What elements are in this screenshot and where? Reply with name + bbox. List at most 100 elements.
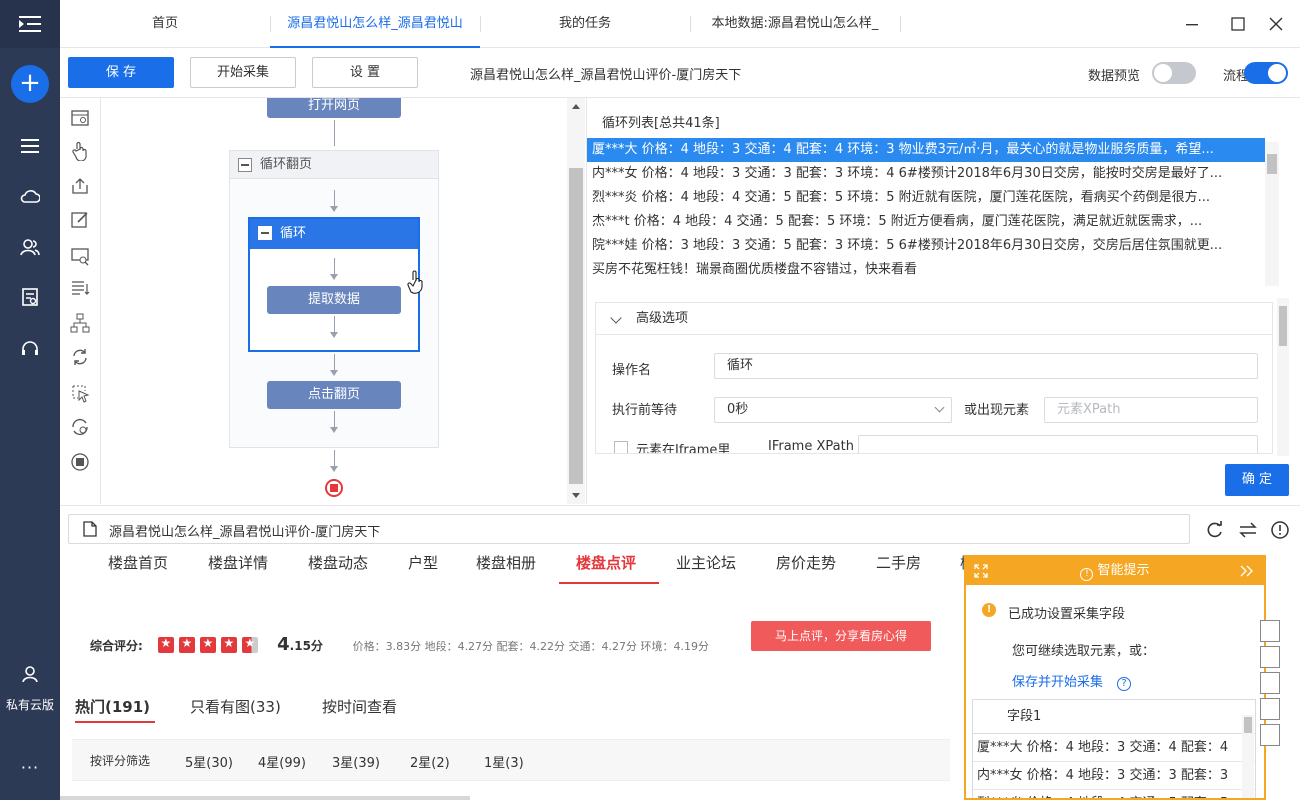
extract-data-node[interactable]: 提取数据 <box>267 286 401 314</box>
loop-header[interactable]: 循环 <box>250 219 418 249</box>
field-table-scrollbar[interactable] <box>1242 715 1254 798</box>
start-collect-button[interactable]: 开始采集 <box>190 57 296 88</box>
stop-icon[interactable] <box>70 452 90 472</box>
list-item[interactable]: 买房不花冤枉钱！瑞景商圈优质楼盘不容错过，快来看看 <box>587 258 1265 282</box>
more-icon[interactable]: ··· <box>0 758 60 777</box>
menu-expand-icon[interactable] <box>0 0 60 48</box>
side-tool-button[interactable] <box>1260 646 1280 668</box>
filter-1-star[interactable]: 1星(3) <box>484 752 524 771</box>
filter-2-star[interactable]: 2星(2) <box>410 752 450 771</box>
user-icon[interactable] <box>0 659 60 689</box>
advanced-options-header[interactable]: 高级选项 <box>596 303 1272 335</box>
confirm-button[interactable]: 确 定 <box>1225 464 1289 496</box>
switch-icon[interactable] <box>70 417 90 437</box>
or-appear-label: 或出现元素 <box>964 403 1030 418</box>
tab-by-time[interactable]: 按时间查看 <box>322 696 397 717</box>
filter-3-star[interactable]: 3星(39) <box>332 752 380 771</box>
loop-page-label: 循环翻页 <box>260 157 313 172</box>
maximize-icon[interactable] <box>1228 14 1248 34</box>
data-preview-toggle[interactable] <box>1152 62 1196 84</box>
op-name-input[interactable]: 循环 <box>714 353 1258 379</box>
list-item[interactable]: 烈***炎 价格：4 地段：4 交通：5 配套：5 环境：5 附近就有医院，厦门… <box>587 186 1265 210</box>
tab-task-editor[interactable]: 源昌君悦山怎么样_源昌君悦山 <box>270 0 480 48</box>
options-scrollbar[interactable] <box>1277 298 1289 456</box>
canvas-scrollbar[interactable] <box>567 98 585 504</box>
expand-icon[interactable] <box>974 564 988 578</box>
iframe-xpath-input[interactable] <box>858 435 1258 453</box>
nav-reviews[interactable]: 楼盘点评 <box>576 552 636 573</box>
list-item[interactable]: 厦***大 价格：4 地段：3 交通：4 配套：4 环境：3 物业费3元/㎡·月… <box>587 138 1265 162</box>
tab-hot-reviews[interactable]: 热门(191) <box>75 696 150 717</box>
side-tool-button[interactable] <box>1260 698 1280 720</box>
save-and-start-link[interactable]: 保存并开始采集? <box>1012 671 1132 691</box>
mouse-hover-icon[interactable] <box>70 383 90 403</box>
star-icon <box>179 636 196 653</box>
add-task-icon[interactable]: + <box>11 65 49 103</box>
filter-4-star[interactable]: 4星(99) <box>258 752 306 771</box>
close-icon[interactable] <box>1266 14 1286 34</box>
flow-toggle[interactable] <box>1244 62 1288 84</box>
next-page-node[interactable]: 点击翻页 <box>267 381 401 409</box>
collapse-icon[interactable] <box>238 158 252 172</box>
extract-icon[interactable] <box>70 246 90 266</box>
wait-select[interactable]: 0秒 <box>714 397 952 423</box>
condition-icon[interactable] <box>70 278 90 298</box>
headset-icon[interactable] <box>0 333 60 363</box>
task-list-icon[interactable] <box>0 131 60 161</box>
nav-album[interactable]: 楼盘相册 <box>476 552 536 573</box>
iframe-checkbox[interactable] <box>614 441 628 453</box>
help-icon[interactable]: ? <box>1117 677 1132 691</box>
minimize-icon[interactable] <box>1182 14 1202 34</box>
end-node-icon[interactable] <box>325 479 343 497</box>
collapse-icon[interactable] <box>258 226 272 240</box>
warning-icon: ! <box>982 603 996 617</box>
page-side-tools <box>1260 620 1284 770</box>
tab-home[interactable]: 首页 <box>60 0 270 48</box>
nav-price-trend[interactable]: 房价走势 <box>776 552 836 573</box>
list-scrollbar[interactable] <box>1265 142 1279 286</box>
side-tool-button[interactable] <box>1260 724 1280 746</box>
refresh-icon[interactable] <box>1205 520 1225 540</box>
settings-button[interactable]: 设 置 <box>312 57 418 88</box>
switch-direction-icon[interactable] <box>1238 520 1258 540</box>
input-text-icon[interactable] <box>70 210 90 230</box>
data-check-icon[interactable] <box>0 282 60 312</box>
loop-icon[interactable] <box>70 347 90 367</box>
field-header[interactable]: 字段1 <box>973 700 1255 734</box>
info-icon[interactable] <box>1270 520 1290 540</box>
tab-my-tasks[interactable]: 我的任务 <box>480 0 690 48</box>
branch-icon[interactable] <box>70 313 90 333</box>
nav-news[interactable]: 楼盘动态 <box>308 552 368 573</box>
open-page-node[interactable]: 打开网页 <box>267 98 401 118</box>
click-icon[interactable] <box>70 141 90 162</box>
hint-continue-message: 您可继续选取元素，或： <box>1012 644 1156 659</box>
nav-detail[interactable]: 楼盘详情 <box>208 552 268 573</box>
nav-layout[interactable]: 户型 <box>408 552 438 573</box>
url-field[interactable]: 源昌君悦山怎么样_源昌君悦山评价-厦门房天下 <box>68 514 1190 544</box>
loop-page-header[interactable]: 循环翻页 <box>230 151 438 179</box>
save-button[interactable]: 保 存 <box>68 57 174 88</box>
xpath-input[interactable]: 元素XPath <box>1044 397 1258 423</box>
private-cloud-label[interactable]: 私有云版 <box>0 696 60 713</box>
arrow-down-icon <box>330 370 338 376</box>
tab-local-data[interactable]: 本地数据:源昌君悦山怎么样_ <box>690 0 900 48</box>
write-review-button[interactable]: 马上点评，分享看房心得 <box>751 621 931 651</box>
nav-second-hand[interactable]: 二手房 <box>876 552 921 573</box>
side-tool-button[interactable] <box>1260 620 1280 642</box>
open-page-icon[interactable] <box>70 108 90 128</box>
cloud-icon[interactable] <box>0 181 60 211</box>
nav-forum[interactable]: 业主论坛 <box>676 552 736 573</box>
side-tool-button[interactable] <box>1260 672 1280 694</box>
list-item[interactable]: 内***女 价格：4 地段：3 交通：3 配套：3 环境：4 6#楼预计2018… <box>587 162 1265 186</box>
page-horizontal-scrollbar[interactable] <box>60 796 470 800</box>
list-item[interactable]: 杰***t 价格：4 地段：4 交通：5 配套：5 环境：5 附近方便看病，厦门… <box>587 210 1265 234</box>
list-item[interactable]: 院***娃 价格：3 地段：3 交通：5 配套：3 环境：5 6#楼预计2018… <box>587 234 1265 258</box>
arrow-down-icon <box>330 206 338 212</box>
team-icon[interactable] <box>0 232 60 262</box>
filter-5-star[interactable]: 5星(30) <box>185 752 233 771</box>
smart-hint-panel: ! 智能提示 ! 已成功设置采集字段 您可继续选取元素，或： 保存并开始采集? 字… <box>964 555 1266 800</box>
nav-home[interactable]: 楼盘首页 <box>108 552 168 573</box>
collapse-right-icon[interactable] <box>1240 565 1254 577</box>
export-icon[interactable] <box>70 176 90 196</box>
tab-with-images[interactable]: 只看有图(33) <box>190 696 281 717</box>
